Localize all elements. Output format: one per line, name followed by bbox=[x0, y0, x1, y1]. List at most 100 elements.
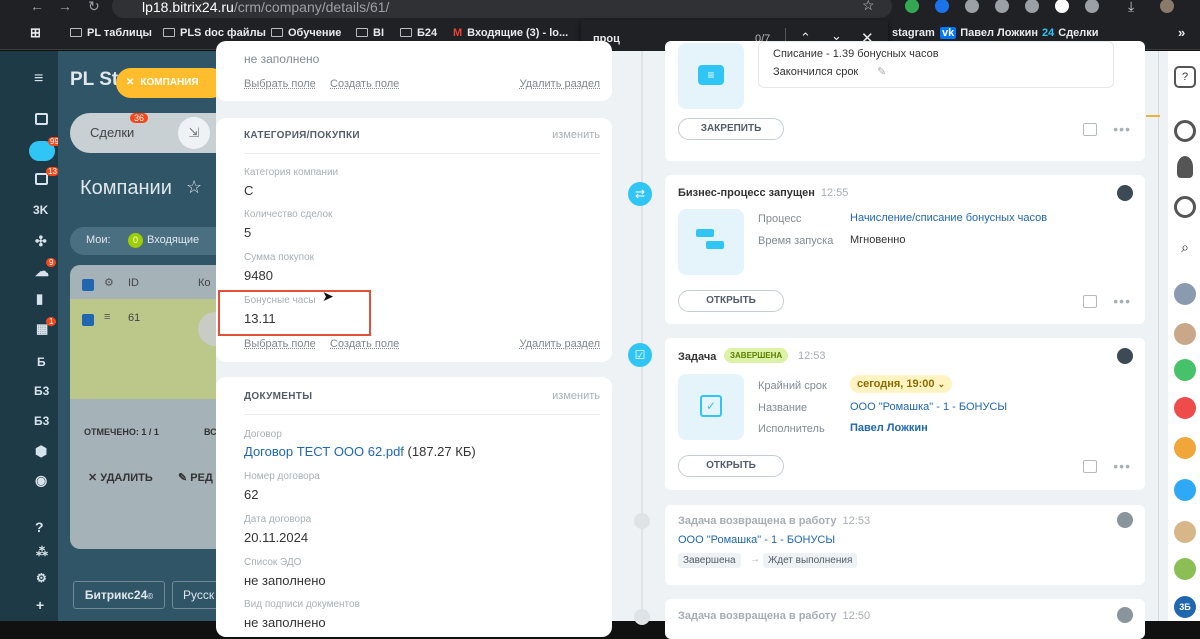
note-icon[interactable] bbox=[1083, 123, 1097, 136]
forward-icon[interactable]: → bbox=[58, 0, 72, 14]
download-icon[interactable]: ⤓ bbox=[1128, 0, 1134, 15]
bookmark-item[interactable]: BI bbox=[356, 27, 384, 39]
chart-icon[interactable]: ▮ bbox=[36, 291, 43, 307]
business-process-icon bbox=[678, 209, 744, 275]
nav-item[interactable]: 3K bbox=[33, 203, 48, 217]
contract-file-link[interactable]: Договор ТЕСТ ООО 62.pdf bbox=[244, 444, 404, 459]
delete-section-link[interactable]: Удалить раздел bbox=[519, 338, 600, 350]
export-icon[interactable]: ⇲ bbox=[178, 117, 210, 149]
extension-icon[interactable] bbox=[935, 0, 949, 13]
phone-icon[interactable] bbox=[1174, 479, 1196, 501]
task-link[interactable]: ООО "Ромашка" - 1 - БОНУСЫ bbox=[850, 401, 1007, 413]
field-value: 5 bbox=[244, 225, 252, 240]
chat-icon[interactable] bbox=[1174, 196, 1196, 218]
bookmark-item[interactable]: Б24 bbox=[400, 27, 437, 39]
nav-item[interactable]: Б bbox=[37, 355, 46, 369]
deals-tab[interactable]: Сделки 36 ⇲ bbox=[70, 113, 218, 153]
avatar[interactable] bbox=[1174, 323, 1196, 345]
extension-icon[interactable] bbox=[995, 0, 1009, 13]
bookmark-vk[interactable]: vk Павел Ложкин bbox=[940, 27, 1038, 39]
hexagon-icon[interactable]: ⬢ bbox=[35, 443, 47, 460]
bitrix24-button[interactable]: Битрикс24© bbox=[73, 581, 165, 609]
bookmark-item[interactable]: PL таблицы bbox=[70, 27, 152, 39]
home-icon[interactable] bbox=[35, 113, 48, 125]
language-button[interactable]: Русск bbox=[172, 581, 218, 609]
app-icon[interactable] bbox=[1174, 359, 1196, 381]
edit-icon[interactable]: ✎ bbox=[877, 65, 886, 78]
activity-icon[interactable] bbox=[1174, 120, 1196, 142]
avatar[interactable] bbox=[1174, 283, 1196, 305]
nav-item[interactable]: Б3 bbox=[34, 414, 49, 428]
nav-item[interactable]: Б3 bbox=[34, 384, 49, 398]
select-field-link[interactable]: Выбрать поле bbox=[244, 338, 316, 350]
close-icon[interactable]: ✕ bbox=[126, 77, 134, 88]
profile-avatar[interactable] bbox=[1160, 0, 1174, 13]
row-menu-icon[interactable]: ≡ bbox=[104, 311, 110, 323]
bell-icon[interactable] bbox=[1177, 156, 1193, 178]
video-icon[interactable] bbox=[1174, 397, 1196, 419]
company-tag[interactable]: ✕ КОМПАНИЯ bbox=[116, 68, 226, 98]
settings-icon[interactable]: ⚙ bbox=[104, 276, 114, 289]
bookmark-item[interactable]: stagram bbox=[892, 27, 935, 39]
process-link[interactable]: Начисление/списание бонусных часов bbox=[850, 212, 1047, 224]
extension-icon[interactable] bbox=[905, 0, 919, 13]
avatar[interactable] bbox=[1174, 437, 1196, 459]
tasks-icon[interactable] bbox=[35, 173, 48, 185]
assignee-link[interactable]: Павел Ложкин bbox=[850, 422, 928, 434]
edit-section-link[interactable]: изменить bbox=[552, 129, 600, 141]
delete-section-link[interactable]: Удалить раздел bbox=[519, 78, 600, 90]
row-checkbox[interactable] bbox=[82, 314, 94, 326]
apps-icon[interactable]: ⊞ bbox=[30, 25, 41, 41]
back-icon[interactable]: ← bbox=[30, 0, 44, 14]
favorite-star-icon[interactable]: ☆ bbox=[186, 177, 202, 198]
extension-icon[interactable] bbox=[1085, 0, 1099, 13]
more-icon[interactable]: ••• bbox=[1113, 458, 1131, 474]
plus-icon[interactable]: + bbox=[36, 597, 44, 613]
table-row[interactable]: ≡ 61 bbox=[70, 299, 232, 399]
search-icon[interactable]: ⌕ bbox=[1174, 239, 1196, 261]
sitemap-icon[interactable]: ⁂ bbox=[36, 545, 48, 559]
open-button[interactable]: ОТКРЫТЬ bbox=[678, 455, 784, 477]
chevron-circle-icon[interactable]: ◉ bbox=[35, 472, 47, 489]
more-icon[interactable]: ••• bbox=[1113, 293, 1131, 309]
create-field-link[interactable]: Создать поле bbox=[330, 338, 399, 350]
open-button[interactable]: ОТКРЫТЬ bbox=[678, 290, 784, 312]
bookmark-item[interactable]: Обучение bbox=[271, 27, 341, 39]
note-icon[interactable] bbox=[1083, 460, 1097, 473]
status-to: Ждет выполнения bbox=[763, 553, 858, 568]
select-all-checkbox[interactable] bbox=[82, 279, 94, 291]
deadline-badge[interactable]: сегодня, 19:00 ⌄ bbox=[850, 375, 953, 393]
extension-icon[interactable] bbox=[965, 0, 979, 13]
bookmark-item[interactable]: PLS doc файлы bbox=[163, 27, 266, 39]
settings-icon[interactable]: ⚙ bbox=[36, 571, 47, 585]
crm-list-background: PL St ✕ КОМПАНИЯ Сделки 36 ⇲ Компании ☆ М… bbox=[58, 51, 232, 621]
pin-button[interactable]: ЗАКРЕПИТЬ bbox=[678, 118, 784, 140]
delete-button[interactable]: ✕ УДАЛИТЬ bbox=[88, 471, 153, 484]
select-field-link[interactable]: Выбрать поле bbox=[244, 78, 316, 90]
card-title: Задача возвращена в работу 12:50 bbox=[678, 610, 871, 622]
app-icon[interactable] bbox=[1174, 558, 1196, 580]
avatar bbox=[1117, 512, 1133, 528]
user-badge[interactable]: 3Б bbox=[1174, 596, 1196, 618]
edit-section-link[interactable]: изменить bbox=[552, 390, 600, 402]
bookmarks-more[interactable]: » bbox=[1178, 25, 1185, 40]
more-icon[interactable]: ••• bbox=[1113, 121, 1131, 137]
divider bbox=[244, 153, 600, 154]
create-field-link[interactable]: Создать поле bbox=[330, 78, 399, 90]
task-link[interactable]: ООО "Ромашка" - 1 - БОНУСЫ bbox=[678, 534, 835, 546]
note-icon[interactable] bbox=[1083, 295, 1097, 308]
puzzle-icon[interactable]: ✣ bbox=[35, 233, 47, 250]
help-icon[interactable]: ? bbox=[35, 519, 44, 535]
star-icon[interactable]: ☆ bbox=[862, 0, 875, 14]
menu-icon[interactable]: ≡ bbox=[34, 70, 43, 88]
bookmark-gmail[interactable]: M Входящие (3) - lo... bbox=[453, 27, 568, 39]
extension-icon[interactable] bbox=[1055, 0, 1069, 13]
address-bar[interactable]: lp18.bitrix24.ru/crm/company/details/61/ bbox=[112, 0, 892, 18]
extension-icon[interactable] bbox=[1025, 0, 1039, 13]
reload-icon[interactable]: ↻ bbox=[88, 0, 100, 15]
bookmark-b24[interactable]: 24 Сделки bbox=[1042, 27, 1099, 39]
inbox-filter[interactable]: Входящие bbox=[147, 234, 199, 246]
avatar[interactable] bbox=[1174, 521, 1196, 543]
help-icon[interactable]: ? bbox=[1174, 66, 1196, 88]
edit-button[interactable]: ✎ РЕД bbox=[178, 471, 213, 484]
